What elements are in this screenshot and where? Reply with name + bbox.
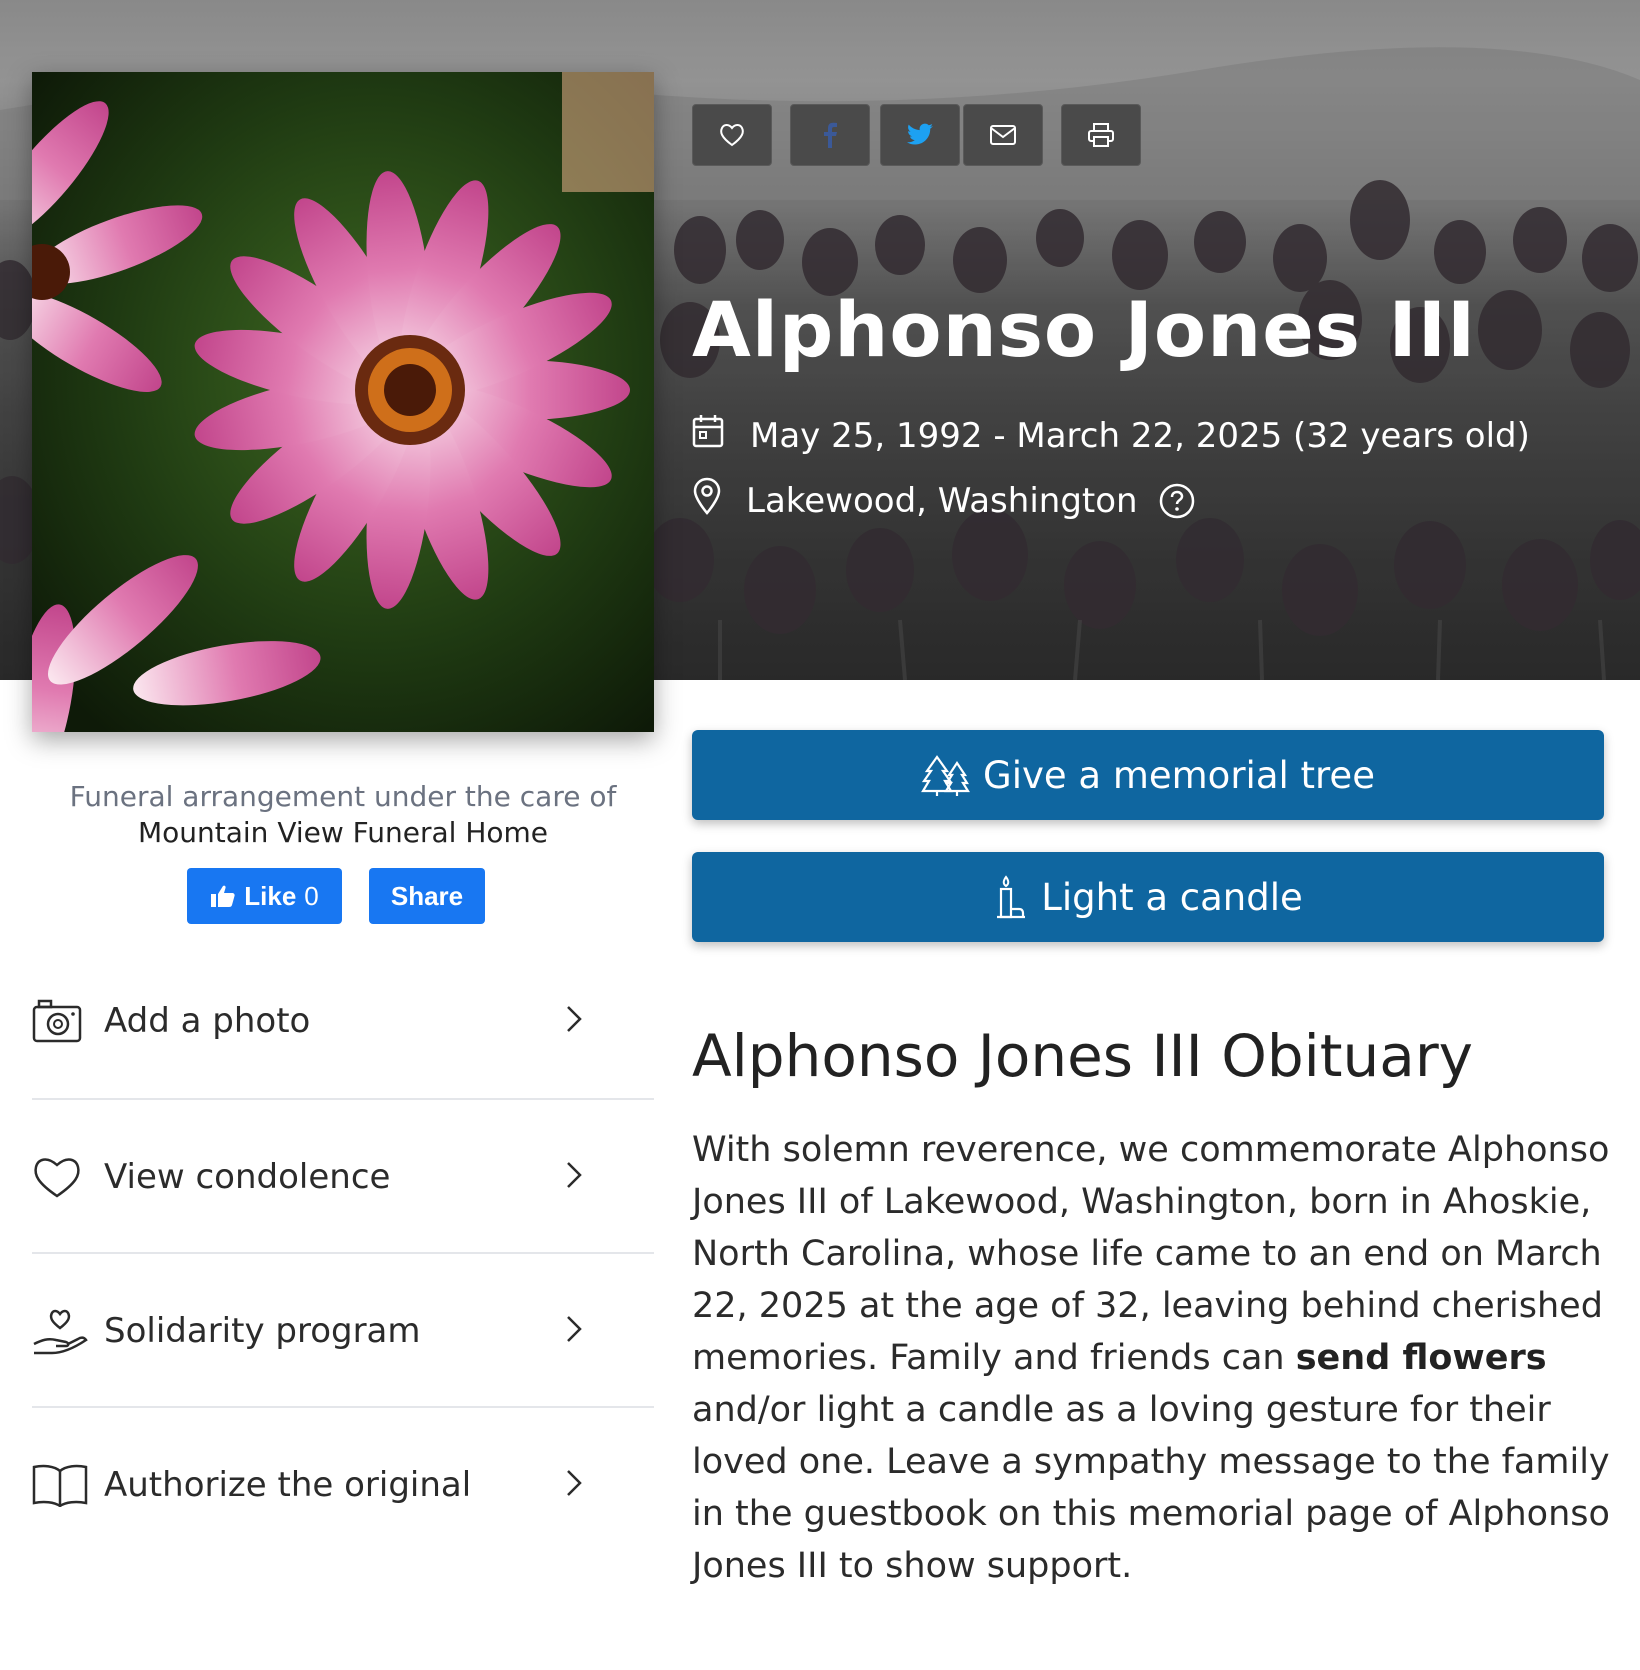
sidebar-item-solidarity-program[interactable]: Solidarity program: [32, 1254, 654, 1408]
facebook-share-button[interactable]: [790, 104, 870, 166]
favorite-button[interactable]: [692, 104, 772, 166]
funeral-home-name[interactable]: Mountain View Funeral Home: [32, 816, 654, 849]
location-text: Lakewood, Washington: [746, 480, 1138, 521]
care-intro-text: Funeral arrangement under the care of: [69, 780, 617, 813]
portrait-photo: [32, 72, 654, 732]
print-button[interactable]: [1061, 104, 1141, 166]
tree-icon: [921, 753, 971, 797]
sidebar-item-label: Add a photo: [104, 1001, 311, 1041]
facebook-like-button[interactable]: Like 0: [187, 868, 342, 924]
facebook-icon: [822, 122, 838, 148]
chevron-right-icon: [566, 1005, 582, 1037]
twitter-icon: [906, 123, 934, 147]
location-row: Lakewood, Washington: [692, 477, 1196, 524]
sidebar-item-view-condolence[interactable]: View condolence: [32, 1100, 654, 1254]
memorial-tree-label: Give a memorial tree: [983, 753, 1375, 797]
chevron-right-icon: [566, 1315, 582, 1347]
camera-icon: [32, 999, 82, 1043]
sidebar-item-add-photo[interactable]: Add a photo: [32, 944, 654, 1098]
light-candle-button[interactable]: Light a candle: [692, 852, 1604, 942]
sidebar-item-label: View condolence: [104, 1157, 391, 1197]
calendar-icon: [692, 414, 724, 457]
memorial-tree-button[interactable]: Give a memorial tree: [692, 730, 1604, 820]
like-label: Like: [244, 880, 297, 911]
heart-icon: [719, 123, 745, 147]
email-share-button[interactable]: [963, 104, 1043, 166]
book-icon: [32, 1463, 88, 1507]
print-icon: [1088, 123, 1114, 147]
help-icon[interactable]: [1158, 482, 1196, 520]
sidebar-item-label: Solidarity program: [104, 1311, 421, 1351]
location-pin-icon: [692, 477, 722, 524]
hand-heart-icon: [32, 1306, 88, 1356]
deceased-name: Alphonso Jones III: [692, 285, 1477, 374]
obituary-text: With solemn reverence, we commemorate Al…: [692, 1124, 1612, 1592]
chevron-right-icon: [566, 1161, 582, 1193]
like-count: 0: [304, 880, 319, 911]
send-flowers-link[interactable]: send flowers: [1296, 1338, 1547, 1378]
chevron-right-icon: [566, 1469, 582, 1501]
email-icon: [990, 125, 1016, 145]
obituary-title: Alphonso Jones III Obituary: [692, 1022, 1473, 1090]
life-dates-row: May 25, 1992 - March 22, 2025 (32 years …: [692, 414, 1530, 457]
heart-icon: [32, 1155, 82, 1199]
candle-icon: [993, 875, 1029, 919]
twitter-share-button[interactable]: [880, 104, 960, 166]
sidebar-item-label: Authorize the original: [104, 1465, 472, 1505]
facebook-share-small-button[interactable]: Share: [369, 868, 485, 924]
light-candle-label: Light a candle: [1041, 875, 1303, 919]
life-dates: May 25, 1992 - March 22, 2025 (32 years …: [750, 415, 1530, 456]
sidebar-item-authorize-original[interactable]: Authorize the original: [32, 1408, 654, 1562]
thumbs-up-icon: [210, 884, 236, 908]
obituary-text-part: and/or light a candle as a loving gestur…: [692, 1390, 1610, 1586]
